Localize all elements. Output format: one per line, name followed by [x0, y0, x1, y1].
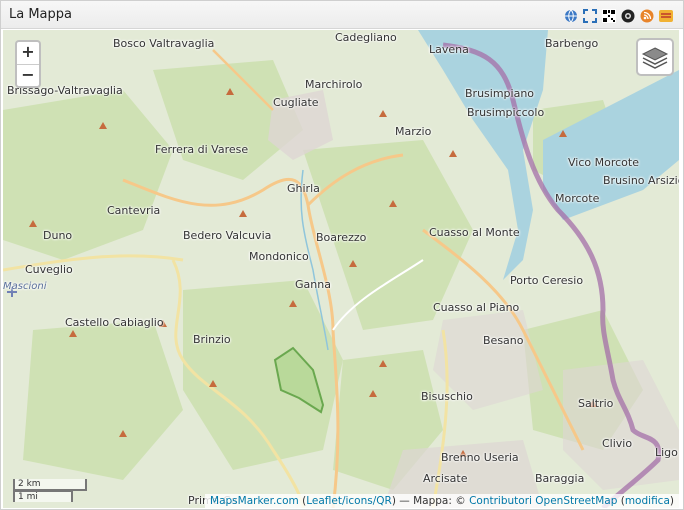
place-label: Brinzio	[193, 333, 231, 346]
place-label: Mascioni	[3, 281, 47, 292]
layers-icon	[641, 47, 669, 69]
fullscreen-icon[interactable]	[583, 9, 597, 23]
place-label: Ganna	[295, 278, 331, 291]
mapsmarker-link[interactable]: MapsMarker.com	[210, 495, 299, 507]
modifica-link[interactable]: modifica	[625, 495, 670, 507]
scale-mi: 1 mi	[13, 490, 73, 502]
place-label: Barbengo	[545, 37, 599, 50]
place-label: Brusimpiccolo	[467, 106, 545, 119]
zoom-out-button[interactable]: −	[17, 64, 39, 86]
widget-title: La Mappa	[9, 7, 72, 22]
place-label: Marzio	[395, 125, 432, 138]
zoom-control: + −	[15, 40, 41, 88]
place-label: Bosco Valtravaglia	[113, 37, 215, 50]
map-widget: La Mappa Bosco Valtravaglia Cadegliano L…	[0, 0, 684, 510]
place-label: Brenno Useria	[441, 451, 519, 464]
place-label: Baraggia	[535, 472, 585, 485]
place-label: Clivio	[602, 437, 633, 450]
place-label: Saltrio	[578, 397, 614, 410]
place-label: Boarezzo	[316, 231, 367, 244]
rss-feed-icon[interactable]	[640, 9, 654, 23]
place-label: Ghirla	[287, 182, 320, 195]
place-label: Cugliate	[273, 96, 319, 109]
place-label: Bedero Valcuvia	[183, 229, 272, 242]
place-label: Brusino Arsizio	[603, 174, 679, 187]
kml-icon[interactable]	[659, 9, 673, 23]
place-label: Ferrera di Varese	[155, 143, 249, 156]
place-label: Castello Cabiaglio	[65, 316, 164, 329]
place-label: Arcisate	[423, 472, 468, 485]
place-label: Lavena	[429, 43, 469, 56]
place-label: Duno	[43, 229, 73, 242]
place-label: Marchirolo	[305, 78, 363, 91]
place-label: Brusimpiano	[465, 87, 535, 100]
globe-icon[interactable]	[564, 9, 578, 23]
scale-control: 2 km 1 mi	[13, 479, 87, 502]
place-label: Ligo	[655, 446, 678, 459]
widget-header: La Mappa	[1, 1, 683, 29]
place-label: Mondonico	[249, 250, 309, 263]
zoom-in-button[interactable]: +	[17, 42, 39, 64]
place-label: Vico Morcote	[568, 156, 639, 169]
place-label: Cuasso al Piano	[433, 301, 520, 314]
ar-browser-icon[interactable]	[621, 9, 635, 23]
layers-control[interactable]	[636, 38, 674, 76]
qr-code-icon[interactable]	[602, 9, 616, 23]
attribution-text: ) — Mappa: ©	[391, 495, 470, 507]
place-label: Morcote	[555, 192, 600, 205]
place-label: Cuveglio	[25, 263, 73, 276]
map-view[interactable]: Bosco Valtravaglia Cadegliano Lavena Bar…	[3, 30, 679, 508]
place-label: Porto Ceresio	[510, 274, 584, 287]
header-icons	[564, 9, 673, 23]
attribution: MapsMarker.com (Leaflet/icons/QR) — Mapp…	[205, 494, 679, 508]
osm-link[interactable]: Contributori OpenStreetMap	[469, 495, 617, 507]
leaflet-link[interactable]: Leaflet/icons/QR	[306, 495, 392, 507]
place-label: Cuasso al Monte	[429, 226, 520, 239]
place-label: Cadegliano	[335, 31, 397, 44]
place-label: Cantevria	[107, 204, 161, 217]
place-label: Besano	[483, 334, 524, 347]
map-tiles	[3, 30, 679, 508]
place-label: Bisuschio	[421, 390, 473, 403]
